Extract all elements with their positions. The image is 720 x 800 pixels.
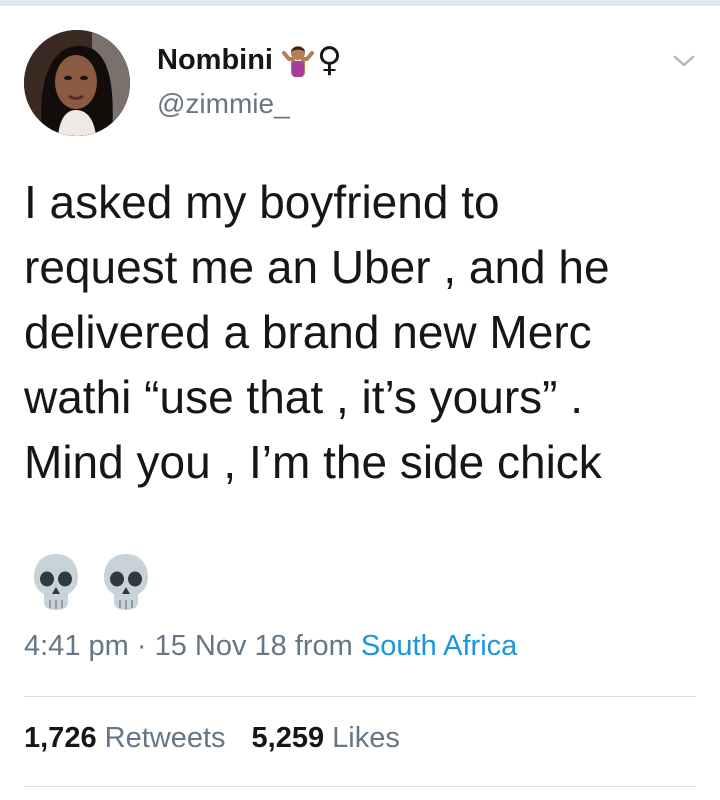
user-handle[interactable]: @zimmie_ xyxy=(157,88,290,120)
avatar[interactable] xyxy=(24,30,130,136)
retweets-label: Retweets xyxy=(104,722,226,754)
from-label: from xyxy=(286,630,361,662)
tweet-time[interactable]: 4:41 pm xyxy=(24,630,129,662)
female-sign-icon: ♀ xyxy=(317,40,342,80)
skull-icon xyxy=(34,554,78,610)
divider xyxy=(24,696,696,697)
tweet-emoji-row xyxy=(32,552,150,612)
tweet-line: I asked my boyfriend to xyxy=(24,176,500,228)
retweets-count: 1,726 xyxy=(24,722,97,754)
display-name[interactable]: Nombini xyxy=(157,44,273,77)
tweet-meta: 4:41 pm · 15 Nov 18 from South Africa xyxy=(24,630,517,663)
divider xyxy=(24,786,696,787)
likes-count: 5,259 xyxy=(251,722,325,754)
tweet-text: I asked my boyfriend to request me an Ub… xyxy=(24,170,704,495)
tweet-line: request me an Uber , and he xyxy=(24,241,610,293)
retweets-stat[interactable]: 1,726 Retweets xyxy=(24,722,226,754)
top-divider xyxy=(0,0,720,6)
tweet-line: delivered a brand new Merc xyxy=(24,306,592,358)
tweet-stats: 1,726 Retweets 5,259 Likes xyxy=(24,722,400,755)
chevron-down-icon[interactable] xyxy=(672,52,696,70)
tweet-line: wathi “use that , it’s yours” . xyxy=(24,371,584,423)
likes-label: Likes xyxy=(332,722,400,754)
person-shrugging-icon xyxy=(281,43,315,77)
skull-icon xyxy=(104,554,148,610)
likes-stat[interactable]: 5,259 Likes xyxy=(252,722,400,754)
tweet-location-link[interactable]: South Africa xyxy=(361,630,517,662)
tweet-line: Mind you , I’m the side chick xyxy=(24,436,602,488)
user-name-row[interactable]: Nombini ♀ xyxy=(157,40,342,80)
tweet-date[interactable]: 15 Nov 18 xyxy=(155,630,287,662)
meta-separator: · xyxy=(128,630,155,662)
